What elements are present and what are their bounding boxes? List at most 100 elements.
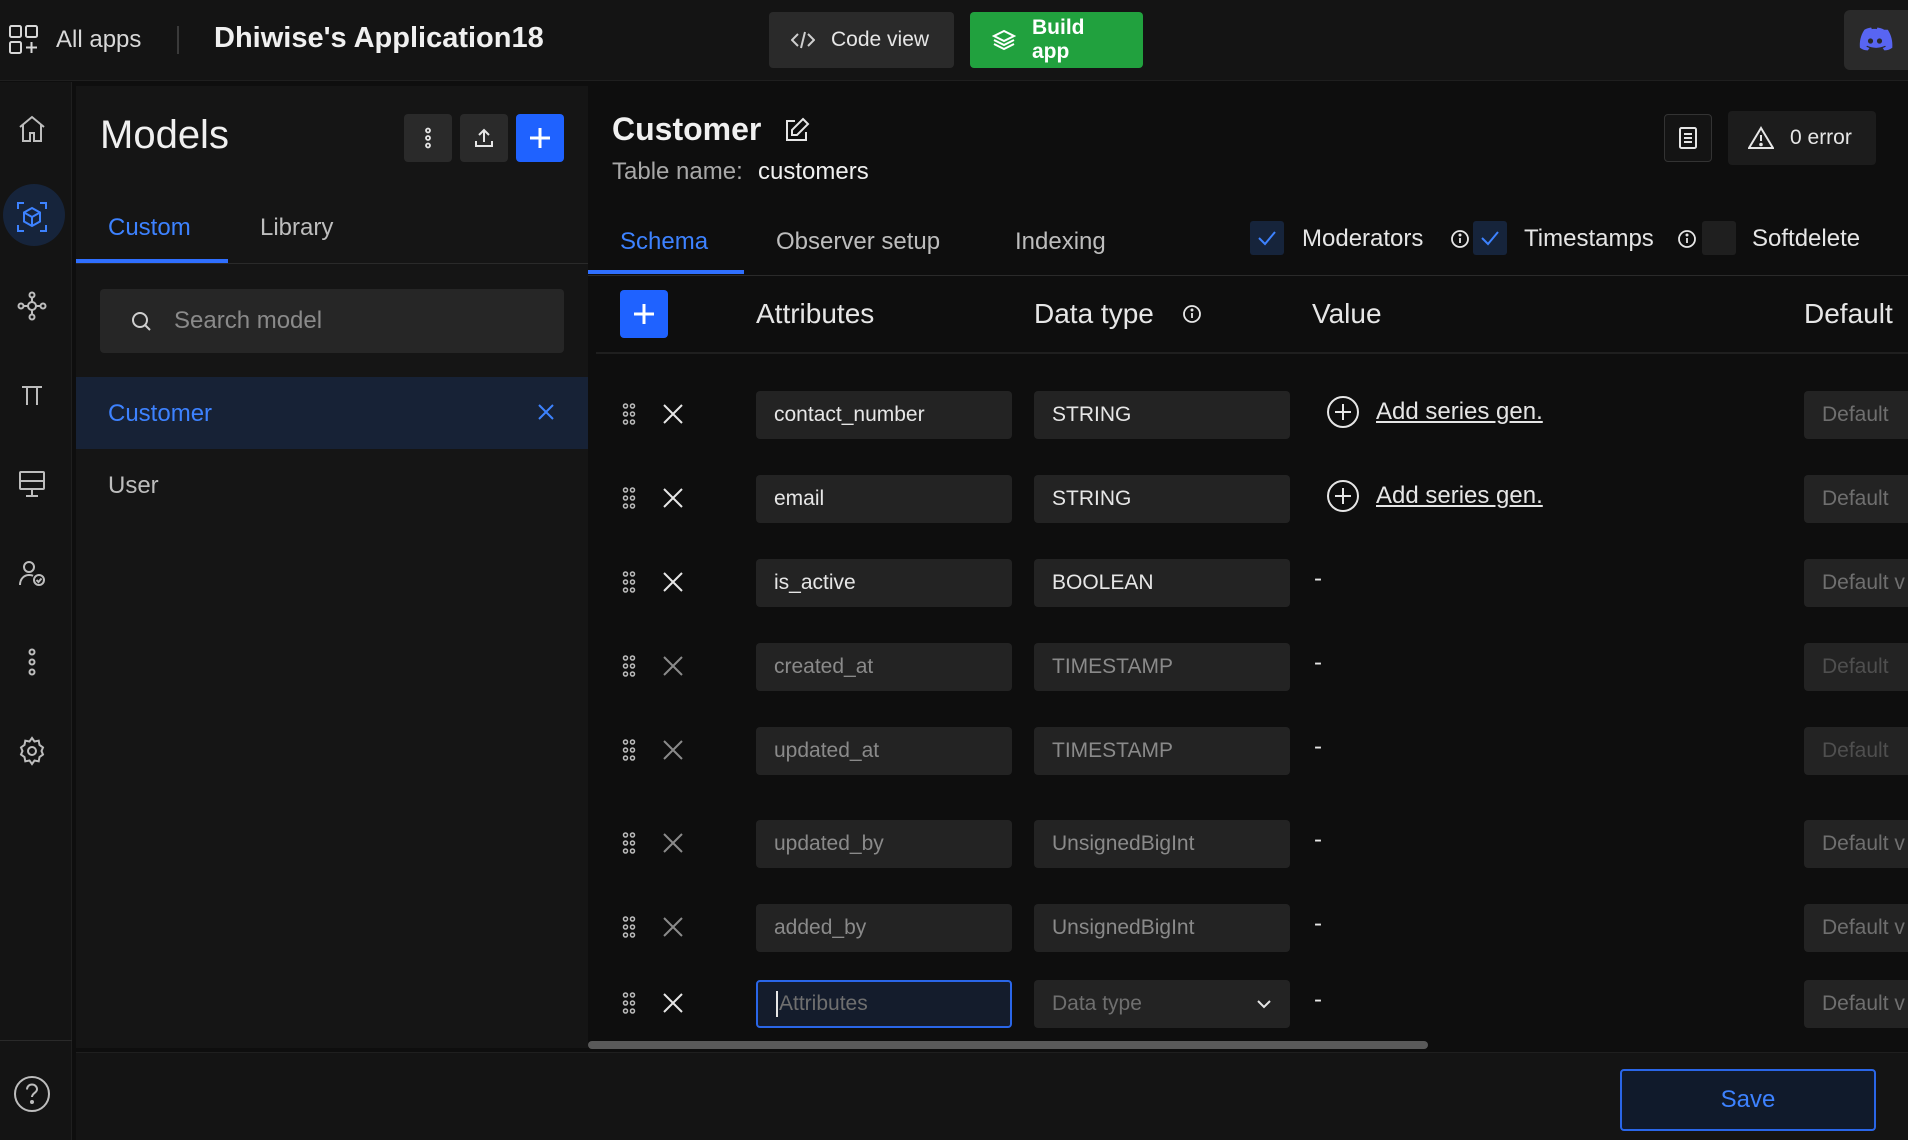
attribute-placeholder: Attributes — [779, 992, 868, 1015]
models-upload-button[interactable] — [460, 114, 508, 162]
delete-row-icon[interactable] — [662, 487, 684, 509]
timestamps-label: Timestamps — [1524, 225, 1654, 252]
softdelete-checkbox[interactable] — [1702, 221, 1736, 255]
drag-handle-icon[interactable] — [622, 739, 636, 761]
home-icon[interactable] — [12, 109, 52, 149]
table-row: created_at TIMESTAMP - Default — [596, 639, 1908, 695]
drag-handle-icon[interactable] — [622, 655, 636, 677]
add-model-button[interactable] — [516, 114, 564, 162]
delete-row-icon[interactable] — [662, 571, 684, 593]
default-value-input[interactable]: Default v — [1804, 820, 1908, 868]
rail-divider — [0, 1040, 72, 1041]
models-more-button[interactable] — [404, 114, 452, 162]
add-series-gen-link[interactable]: Add series gen. — [1326, 479, 1543, 513]
data-type-select: UnsignedBigInt — [1034, 820, 1290, 868]
data-type-select[interactable]: BOOLEAN — [1034, 559, 1290, 607]
attribute-name-input[interactable]: email — [756, 475, 1012, 523]
plus-circle-icon — [1326, 395, 1360, 429]
data-type-select: UnsignedBigInt — [1034, 904, 1290, 952]
document-button[interactable] — [1664, 114, 1712, 162]
table-row: is_active BOOLEAN - Default v — [596, 555, 1908, 611]
models-panel-title: Models — [100, 113, 229, 157]
text-caret — [776, 991, 778, 1017]
error-status-button[interactable]: 0 error — [1728, 111, 1876, 165]
default-value-input[interactable]: Default — [1804, 475, 1908, 523]
constants-pi-icon[interactable] — [12, 375, 52, 415]
value-empty: - — [1314, 649, 1322, 676]
discord-icon — [1859, 27, 1893, 53]
tab-library[interactable]: Library — [260, 214, 333, 242]
table-name-label: Table name: — [612, 158, 743, 185]
timestamps-checkbox[interactable] — [1473, 221, 1507, 255]
tab-schema[interactable]: Schema — [620, 228, 708, 256]
moderators-checkbox[interactable] — [1250, 221, 1284, 255]
monitor-icon[interactable] — [12, 464, 52, 504]
info-icon[interactable] — [1450, 229, 1470, 249]
search-model-input[interactable]: Search model — [100, 289, 564, 353]
model-item-user[interactable]: User — [108, 472, 159, 500]
more-vertical-icon — [424, 127, 432, 149]
user-roles-icon[interactable] — [12, 553, 52, 593]
data-type-placeholder: Data type — [1052, 992, 1142, 1015]
column-header-data-type: Data type — [1034, 298, 1154, 329]
attribute-name-input: created_at — [756, 643, 1012, 691]
add-attribute-button[interactable] — [620, 290, 668, 338]
code-view-button[interactable]: Code view — [769, 12, 954, 68]
tab-custom[interactable]: Custom — [108, 214, 191, 242]
edit-icon[interactable] — [784, 117, 810, 143]
search-placeholder: Search model — [174, 307, 323, 334]
tab-observer-setup[interactable]: Observer setup — [776, 228, 940, 256]
all-apps-link[interactable]: All apps — [56, 26, 141, 54]
data-type-select[interactable]: STRING — [1034, 391, 1290, 439]
save-button[interactable]: Save — [1620, 1069, 1876, 1131]
add-series-gen-link[interactable]: Add series gen. — [1326, 395, 1543, 429]
more-vertical-icon[interactable] — [12, 642, 52, 682]
settings-gear-icon[interactable] — [12, 731, 52, 771]
data-type-select[interactable]: STRING — [1034, 475, 1290, 523]
build-app-button[interactable]: Build app — [970, 12, 1143, 68]
tab-indexing[interactable]: Indexing — [1015, 228, 1106, 256]
drag-handle-icon[interactable] — [622, 487, 636, 509]
softdelete-label: Softdelete — [1752, 225, 1861, 252]
warning-icon — [1748, 126, 1774, 150]
attribute-name-input[interactable]: is_active — [756, 559, 1012, 607]
delete-row-icon[interactable] — [662, 403, 684, 425]
default-value-input[interactable]: Default v — [1804, 904, 1908, 952]
default-value-input[interactable]: Default v — [1804, 980, 1908, 1028]
table-row: contact_number STRING Add series gen. De… — [596, 387, 1908, 443]
apps-grid-icon[interactable] — [8, 24, 40, 56]
active-tab-indicator — [588, 270, 744, 274]
close-icon[interactable] — [537, 403, 555, 421]
panel-tabs-divider — [76, 263, 588, 264]
models-cube-icon[interactable] — [12, 197, 52, 237]
new-data-type-select[interactable]: Data type — [1034, 980, 1290, 1028]
model-item-label: Customer — [108, 400, 213, 427]
code-icon — [791, 30, 815, 50]
discord-button[interactable] — [1844, 10, 1908, 70]
default-value-input[interactable]: Default v — [1804, 559, 1908, 607]
drag-handle-icon[interactable] — [622, 571, 636, 593]
data-type-select: TIMESTAMP — [1034, 643, 1290, 691]
table-row: email STRING Add series gen. Default — [596, 471, 1908, 527]
value-empty: - — [1314, 910, 1322, 937]
new-attribute-input[interactable]: Attributes — [756, 980, 1012, 1028]
default-value-input[interactable]: Default — [1804, 391, 1908, 439]
delete-row-icon[interactable] — [662, 992, 684, 1014]
delete-row-icon — [662, 655, 684, 677]
check-icon — [1257, 230, 1277, 246]
drag-handle-icon[interactable] — [622, 832, 636, 854]
drag-handle-icon[interactable] — [622, 916, 636, 938]
column-header-value: Value — [1312, 298, 1382, 329]
search-icon — [130, 310, 152, 332]
info-icon[interactable] — [1677, 229, 1697, 249]
topbar-divider — [177, 26, 179, 54]
attribute-name-input[interactable]: contact_number — [756, 391, 1012, 439]
drag-handle-icon[interactable] — [622, 403, 636, 425]
horizontal-scrollbar-thumb[interactable] — [588, 1041, 1428, 1049]
info-icon[interactable] — [1182, 304, 1202, 324]
new-attribute-row: Attributes Data type - Default v — [596, 976, 1908, 1032]
drag-handle-icon[interactable] — [622, 992, 636, 1014]
flow-nodes-icon[interactable] — [12, 286, 52, 326]
delete-row-icon — [662, 739, 684, 761]
help-question-icon[interactable] — [12, 1074, 52, 1114]
